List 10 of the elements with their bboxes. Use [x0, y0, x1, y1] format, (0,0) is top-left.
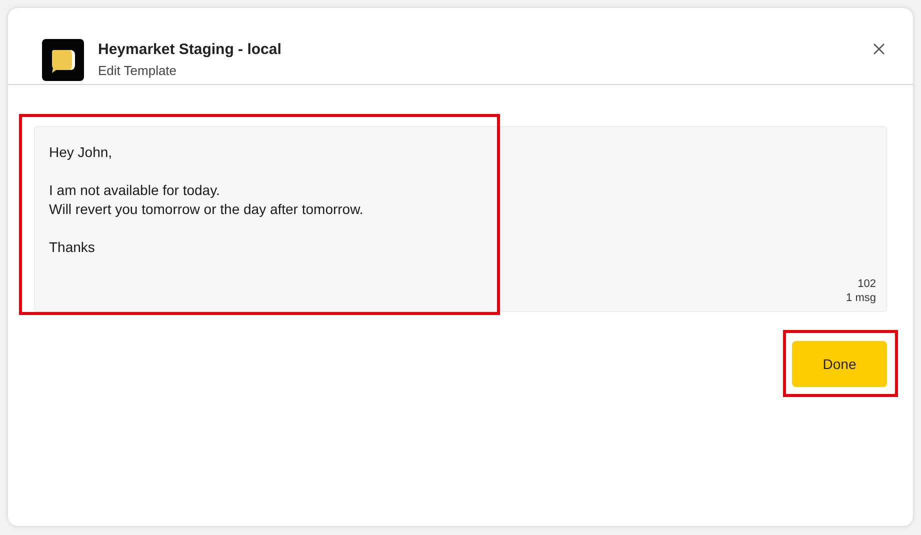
window-title: Heymarket Staging - local — [98, 40, 282, 60]
logo-icon — [42, 39, 84, 81]
character-count: 102 — [858, 277, 876, 291]
message-field[interactable]: Hey John, I am not available for today. Will revert you tomorrow or the day after tomorrow. Thanks 102 1 msg — [34, 126, 887, 312]
close-button[interactable] — [871, 41, 887, 57]
message-text: Hey John, I am not available for today. Will revert you tomorrow or the day after tomorrow. Thanks — [49, 143, 364, 257]
window-subtitle: Edit Template — [98, 62, 178, 80]
done-button[interactable]: Done — [792, 341, 887, 387]
close-icon — [873, 43, 885, 55]
message-count: 1 msg — [846, 291, 876, 305]
